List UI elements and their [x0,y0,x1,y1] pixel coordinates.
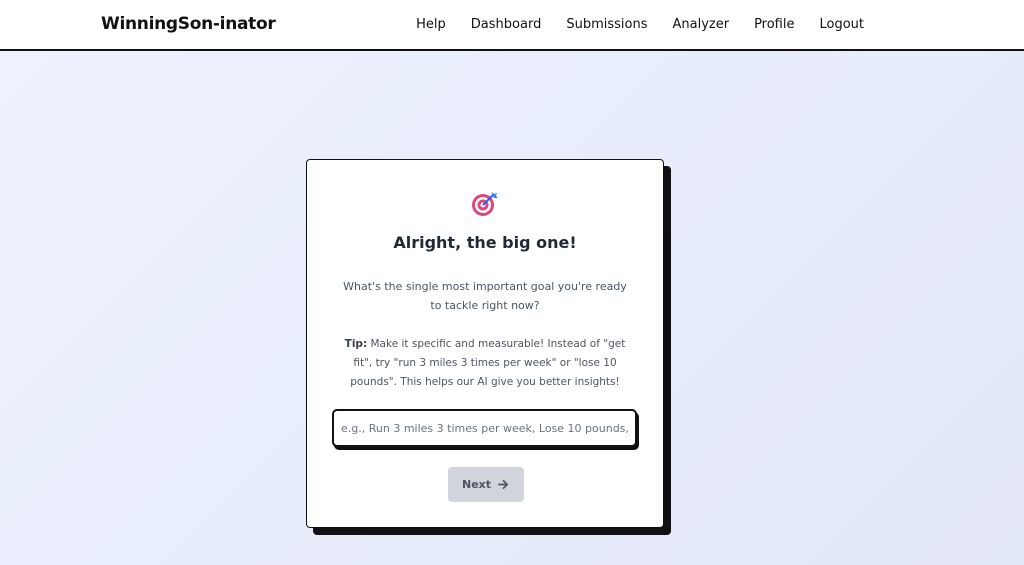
card-title: Alright, the big one! [393,233,577,252]
next-button-label: Next [461,478,492,491]
tip-label: Tip: [344,338,368,350]
goal-input[interactable] [332,409,637,447]
nav-analyzer[interactable]: Analyzer [672,17,729,32]
nav-dashboard[interactable]: Dashboard [471,17,542,32]
next-button[interactable]: Next [448,467,524,502]
nav-profile[interactable]: Profile [754,17,794,32]
brand-logo[interactable]: WinningSon-inator [101,14,276,34]
top-navbar: WinningSon-inator Help Dashboard Submiss… [0,0,1024,51]
goal-card: Alright, the big one! What's the single … [306,159,664,528]
main-nav: Help Dashboard Submissions Analyzer Prof… [391,17,864,32]
tip-text: Tip: Make it specific and measurable! In… [335,335,635,392]
arrow-right-icon [498,479,509,490]
target-icon [472,192,498,216]
goal-question: What's the single most important goal yo… [343,280,627,312]
nav-submissions[interactable]: Submissions [566,17,647,32]
tip-body: Make it specific and measurable! Instead… [350,338,626,388]
nav-logout[interactable]: Logout [819,17,864,32]
nav-help[interactable]: Help [416,17,446,32]
